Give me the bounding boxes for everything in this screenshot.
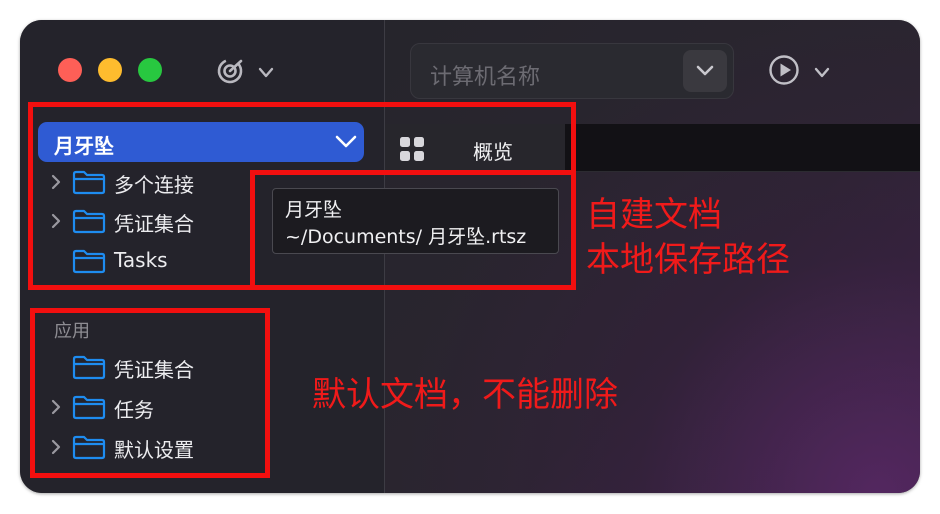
annotation-default-doc: 默认文档，不能删除 — [312, 375, 618, 415]
computer-name-dropdown-button[interactable] — [683, 50, 727, 92]
zoom-window-button[interactable] — [138, 58, 162, 82]
annotation-custom-doc-line2: 本地保存路径 — [586, 240, 790, 280]
target-menu-icon[interactable] — [216, 56, 246, 90]
annotation-box-default-document — [30, 308, 270, 478]
minimize-window-button[interactable] — [98, 58, 122, 82]
computer-name-placeholder: 计算机名称 — [430, 65, 541, 90]
computer-name-combobox[interactable]: 计算机名称 — [410, 43, 734, 99]
play-icon[interactable] — [768, 54, 800, 90]
annotation-custom-doc-line1: 自建文档 — [586, 195, 722, 235]
chevron-down-icon[interactable] — [258, 64, 274, 83]
play-chevron-down-icon[interactable] — [814, 64, 830, 83]
close-window-button[interactable] — [58, 58, 82, 82]
annotation-box-tooltip — [250, 170, 576, 290]
